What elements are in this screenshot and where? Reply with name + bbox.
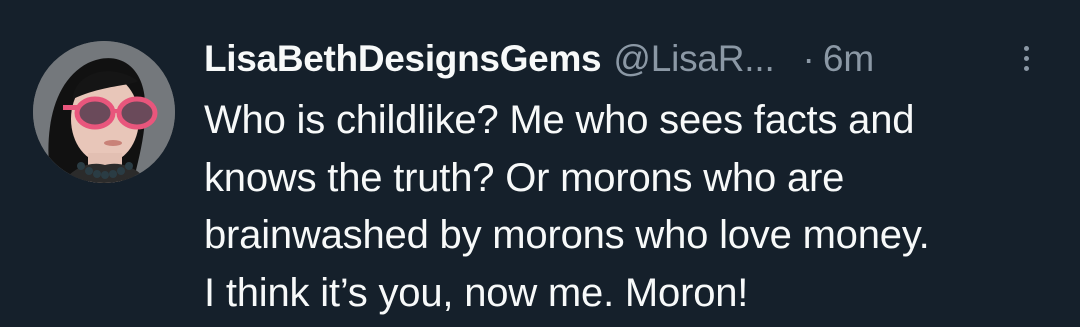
avatar[interactable]	[33, 41, 175, 183]
timestamp[interactable]: 6m	[823, 38, 874, 80]
tweet-text-line: brainwashed by morons who love money.	[204, 213, 930, 257]
separator-dot: ·	[802, 38, 815, 79]
tweet-text-line: I think it’s you, now me. Moron!	[204, 270, 749, 315]
tweet-text-line: knows the truth? Or morons who are	[204, 155, 845, 200]
tweet-text: Who is childlike? Me who sees facts and …	[204, 92, 1064, 322]
more-vertical-icon[interactable]	[1016, 38, 1036, 78]
avatar-photo	[33, 41, 175, 183]
more-dot	[1023, 55, 1029, 61]
tweet[interactable]: LisaBethDesignsGems @LisaR... · 6m Who i…	[0, 0, 1080, 327]
more-dot	[1023, 65, 1029, 71]
tweet-text-line: Who is childlike? Me who sees facts and	[204, 98, 915, 142]
user-handle[interactable]: @LisaR...	[613, 38, 774, 80]
tweet-header: LisaBethDesignsGems @LisaR... · 6m	[204, 34, 1054, 84]
display-name[interactable]: LisaBethDesignsGems	[204, 38, 602, 80]
more-dot	[1023, 45, 1029, 51]
